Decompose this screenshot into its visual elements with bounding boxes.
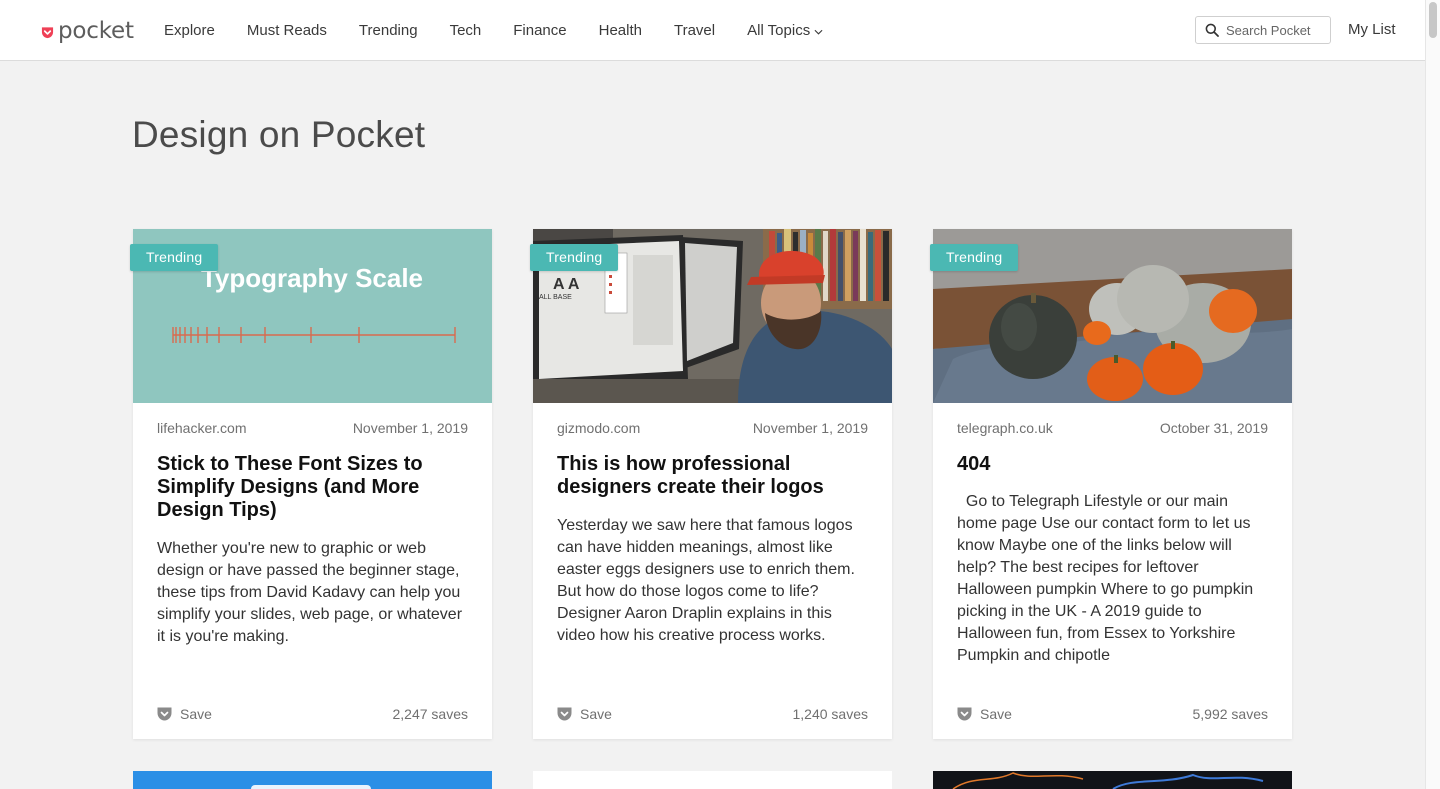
pocket-save-icon — [957, 707, 972, 721]
save-button[interactable]: Save — [957, 706, 1012, 722]
article-source[interactable]: telegraph.co.uk — [957, 420, 1053, 436]
logo-wordmark: pocket — [58, 18, 134, 44]
save-row: Save 5,992 saves — [957, 706, 1268, 722]
save-row: Save 2,247 saves — [157, 706, 468, 722]
search-box[interactable] — [1195, 16, 1331, 44]
article-meta: gizmodo.com November 1, 2019 — [557, 420, 868, 436]
article-card-peek[interactable] — [933, 771, 1292, 789]
article-excerpt: Whether you're new to graphic or web des… — [157, 540, 463, 645]
trending-badge: Trending — [130, 244, 219, 271]
article-card[interactable]: A A ALL BASE gizmodo.com November 1, 201… — [533, 229, 892, 739]
page-title: Design on Pocket — [132, 114, 426, 155]
save-row: Save 1,240 saves — [557, 706, 868, 722]
scrollbar-track[interactable] — [1425, 0, 1440, 789]
save-button[interactable]: Save — [557, 706, 612, 722]
save-count: 1,240 saves — [792, 706, 869, 722]
pocket-logo[interactable]: pocket — [41, 17, 134, 45]
my-list-link[interactable]: My List — [1348, 21, 1396, 38]
save-count: 5,992 saves — [1192, 706, 1269, 722]
article-title[interactable]: 404 — [957, 453, 1272, 476]
article-date: October 31, 2019 — [1159, 420, 1268, 436]
trending-badge: Trending — [930, 244, 1019, 271]
save-label: Save — [980, 706, 1012, 722]
article-date: November 1, 2019 — [752, 420, 868, 436]
article-excerpt: Yesterday we saw here that famous logos … — [557, 517, 855, 644]
article-card-peek[interactable] — [133, 771, 492, 789]
image-caption: Typography Scale — [201, 263, 423, 293]
top-header: pocket Explore Must Reads Trending Tech … — [0, 0, 1425, 61]
article-excerpt: Go to Telegraph Lifestyle or our main ho… — [957, 493, 1258, 664]
article-title[interactable]: Stick to These Font Sizes to Simplify De… — [157, 453, 472, 522]
search-input[interactable] — [1226, 22, 1326, 38]
nav-finance[interactable]: Finance — [513, 22, 566, 39]
search-icon — [1205, 23, 1219, 37]
article-title[interactable]: This is how professional designers creat… — [557, 453, 872, 499]
article-meta: lifehacker.com November 1, 2019 — [157, 420, 468, 436]
chevron-down-icon — [814, 29, 823, 35]
nav-must-reads[interactable]: Must Reads — [247, 22, 327, 39]
svg-text:A A: A A — [553, 276, 580, 293]
pocket-save-icon — [557, 707, 572, 721]
pocket-save-icon — [157, 707, 172, 721]
article-date: November 1, 2019 — [352, 420, 468, 436]
scrollbar-thumb[interactable] — [1429, 2, 1437, 38]
article-source[interactable]: lifehacker.com — [157, 420, 246, 436]
nav-health[interactable]: Health — [599, 22, 642, 39]
save-label: Save — [580, 706, 612, 722]
save-label: Save — [180, 706, 212, 722]
nav-tech[interactable]: Tech — [450, 22, 482, 39]
article-card[interactable]: Typography Scale lifehacker.com November… — [133, 229, 492, 739]
nav-explore[interactable]: Explore — [164, 22, 215, 39]
svg-text:ALL BASE: ALL BASE — [539, 294, 572, 301]
article-source[interactable]: gizmodo.com — [557, 420, 640, 436]
save-button[interactable]: Save — [157, 706, 212, 722]
main-nav: Explore Must Reads Trending Tech Finance… — [164, 0, 855, 61]
trending-badge: Trending — [530, 244, 619, 271]
nav-travel[interactable]: Travel — [674, 22, 715, 39]
article-card-peek[interactable] — [533, 771, 892, 789]
save-count: 2,247 saves — [392, 706, 469, 722]
nav-all-topics[interactable]: All Topics — [747, 22, 823, 39]
nav-trending[interactable]: Trending — [359, 22, 418, 39]
article-meta: telegraph.co.uk October 31, 2019 — [957, 420, 1268, 436]
pocket-logo-icon — [41, 27, 54, 39]
nav-all-topics-label: All Topics — [747, 22, 811, 39]
article-card[interactable]: telegraph.co.uk October 31, 2019 404 Go … — [933, 229, 1292, 739]
